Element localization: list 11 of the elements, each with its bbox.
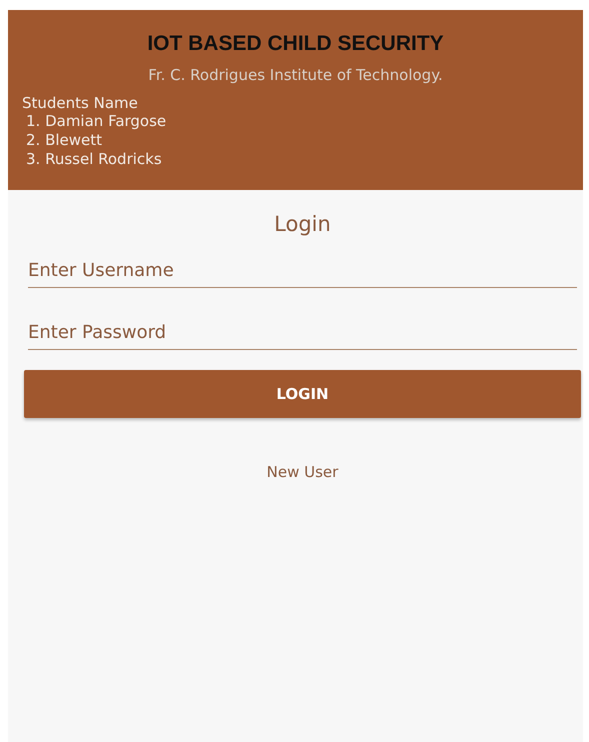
input-field[interactable]: Enter Password: [28, 318, 577, 350]
input-field[interactable]: Enter Username: [28, 256, 577, 288]
new-user-link[interactable]: New User: [260, 462, 344, 482]
institute-name: Fr. C. Rodrigues Institute of Technology.: [148, 66, 443, 84]
student-name: 2. Blewett: [26, 131, 104, 150]
login-button[interactable]: LOGIN: [24, 370, 581, 418]
students-label: Students Name: [22, 94, 139, 112]
login-heading: Login: [274, 212, 331, 236]
student-name: 1. Damian Fargose: [26, 112, 168, 131]
app-title: IOT BASED CHILD SECURITY: [147, 32, 444, 56]
student-name: 3. Russel Rodricks: [26, 150, 163, 169]
